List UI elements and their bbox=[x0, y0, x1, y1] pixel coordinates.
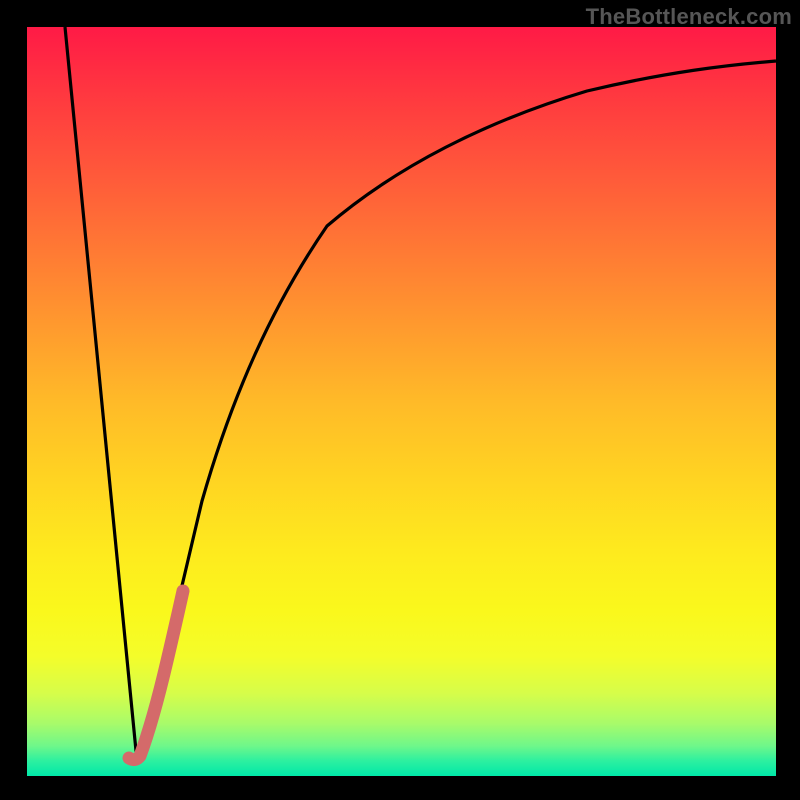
left-spike-line bbox=[65, 27, 137, 761]
chart-curves bbox=[27, 27, 776, 776]
watermark-text: TheBottleneck.com bbox=[586, 4, 792, 30]
highlight-segment bbox=[129, 591, 183, 760]
right-curve-line bbox=[137, 61, 776, 761]
chart-frame: TheBottleneck.com bbox=[0, 0, 800, 800]
plot-area bbox=[27, 27, 776, 776]
